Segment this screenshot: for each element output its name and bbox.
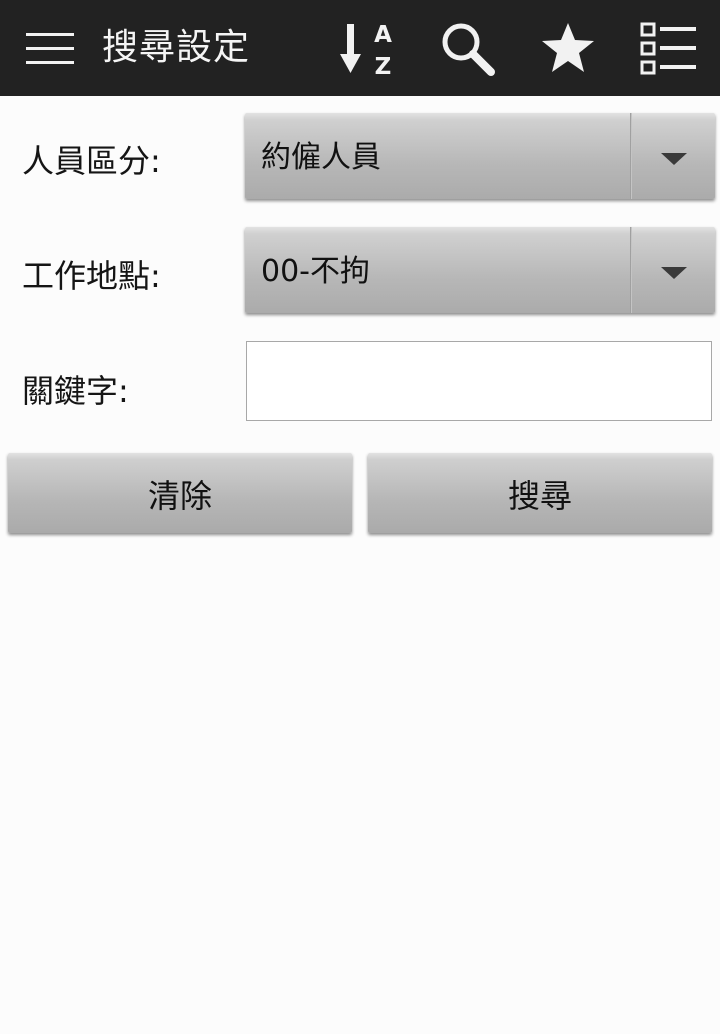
dropdown-arrow-icon bbox=[661, 267, 687, 279]
search-button[interactable]: 搜尋 bbox=[368, 453, 712, 533]
personnel-type-value: 約僱人員 bbox=[261, 140, 381, 175]
keyword-label: 關鍵字: bbox=[22, 372, 129, 410]
star-icon[interactable] bbox=[538, 18, 598, 78]
work-location-label: 工作地點: bbox=[22, 257, 161, 295]
work-location-spinner[interactable]: 00-不拘 bbox=[245, 227, 715, 313]
keyword-input[interactable] bbox=[246, 341, 712, 421]
page-title: 搜尋設定 bbox=[102, 27, 251, 68]
personnel-type-label: 人員區分: bbox=[22, 142, 161, 180]
spinner-divider bbox=[630, 227, 632, 313]
sort-az-icon[interactable]: A Z bbox=[338, 18, 398, 78]
personnel-type-spinner[interactable]: 約僱人員 bbox=[245, 113, 715, 199]
action-bar: 搜尋設定 A Z bbox=[0, 0, 720, 96]
dropdown-arrow-icon bbox=[661, 153, 687, 165]
spinner-divider bbox=[630, 113, 632, 199]
clear-button[interactable]: 清除 bbox=[8, 453, 352, 533]
sort-letter-z: Z bbox=[375, 54, 392, 78]
search-icon[interactable] bbox=[437, 18, 497, 78]
sort-letter-a: A bbox=[374, 22, 392, 48]
list-icon[interactable] bbox=[638, 18, 698, 78]
work-location-value: 00-不拘 bbox=[261, 254, 370, 289]
menu-icon[interactable] bbox=[26, 31, 74, 65]
